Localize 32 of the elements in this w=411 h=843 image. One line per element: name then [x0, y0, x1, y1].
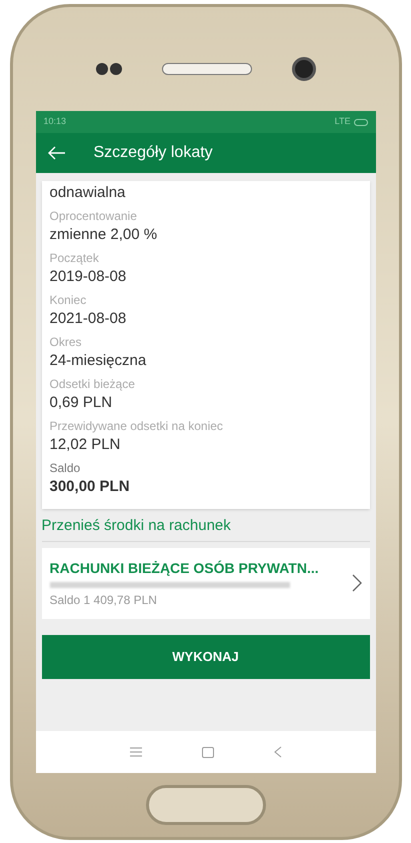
camera-icon — [292, 57, 316, 81]
field-value: 2019-08-08 — [50, 267, 128, 287]
field-label: Saldo — [50, 460, 82, 477]
network-label: LTE — [334, 115, 350, 128]
field-label: Początek — [50, 250, 100, 267]
execute-button[interactable]: WYKONAJ — [42, 634, 370, 678]
back-nav-icon[interactable] — [274, 746, 282, 758]
menu-icon[interactable] — [130, 747, 142, 757]
home-button[interactable] — [146, 785, 266, 825]
account-balance: Saldo 1 409,78 PLN — [50, 592, 158, 608]
screen-title: Szczegóły lokaty — [94, 143, 213, 163]
field-label: Okres — [50, 334, 83, 351]
sensor-icon — [96, 63, 122, 75]
field-value: odnawialna — [50, 183, 126, 203]
field-value: 2021-08-08 — [50, 309, 128, 329]
home-icon[interactable] — [202, 746, 214, 758]
chevron-right-icon — [352, 574, 362, 592]
field-label: Koniec — [50, 292, 88, 309]
back-icon[interactable] — [48, 146, 66, 160]
battery-icon — [354, 118, 368, 126]
section-heading: Przenieś środki na rachunek — [42, 515, 370, 542]
status-time: 10:13 — [44, 115, 66, 128]
field-value: 0,69 PLN — [50, 393, 114, 413]
field-label: Odsetki bieżące — [50, 376, 136, 393]
account-selector[interactable]: RACHUNKI BIEŻĄCE OSÓB PRYWATN... Saldo 1 409,78 PLN — [42, 548, 370, 618]
account-name: RACHUNKI BIEŻĄCE OSÓB PRYWATN... — [50, 558, 319, 578]
field-value: zmienne 2,00 % — [50, 225, 158, 245]
field-label: Przewidywane odsetki na koniec — [50, 418, 224, 435]
field-value: 12,02 PLN — [50, 435, 122, 455]
field-label: Oprocentowanie — [50, 208, 138, 225]
field-value: 24-miesięczna — [50, 351, 148, 371]
field-value: 300,00 PLN — [50, 477, 131, 497]
